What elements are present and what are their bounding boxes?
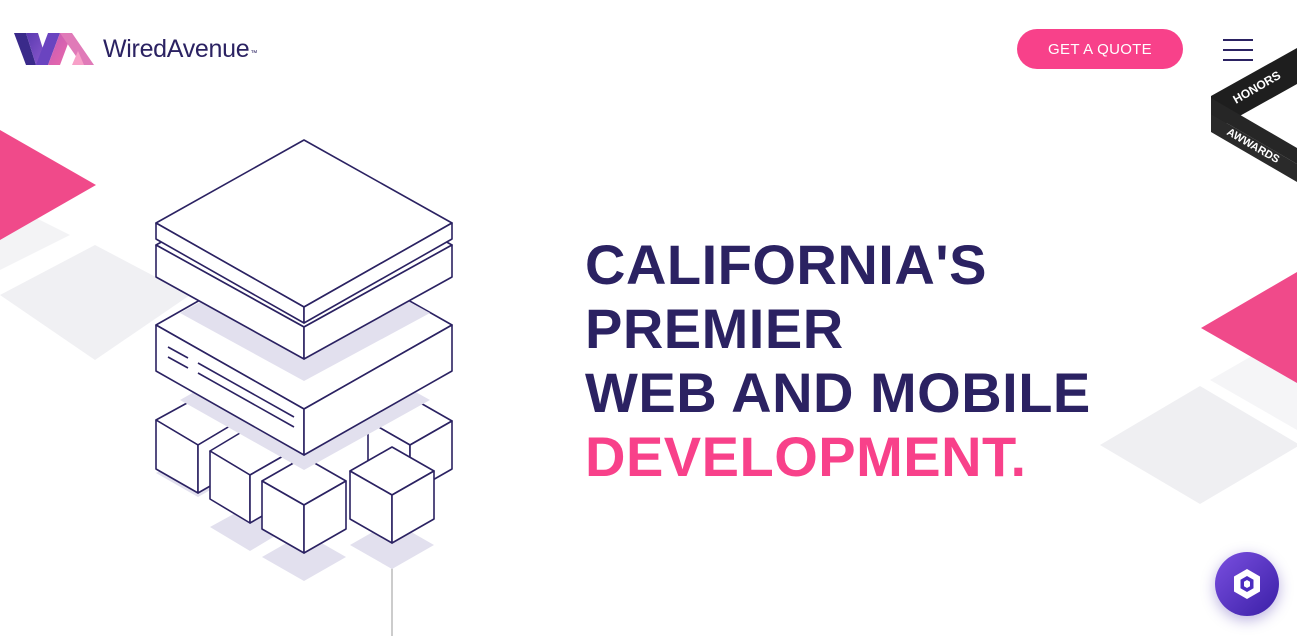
chat-widget-icon — [1234, 569, 1260, 599]
awwwards-honors-ribbon[interactable]: HONORS AWWARDS — [1209, 48, 1297, 182]
hero-line-3: WEB AND MOBILE — [585, 361, 1091, 424]
logo[interactable]: WiredAvenue ™ — [14, 31, 257, 67]
logo-text: WiredAvenue — [103, 34, 250, 63]
hero-line-4-accent: DEVELOPMENT. — [585, 425, 1027, 488]
chat-widget-button[interactable] — [1215, 552, 1279, 616]
hero-headline: CALIFORNIA'S PREMIER WEB AND MOBILE DEVE… — [585, 233, 1091, 489]
menu-line-top — [1223, 39, 1253, 41]
page: WiredAvenue ™ GET A QUOTE HONORS AWWARDS — [0, 0, 1297, 636]
left-pink-triangle — [0, 130, 96, 240]
logo-trademark: ™ — [250, 49, 258, 57]
hero-line-1: CALIFORNIA'S — [585, 233, 987, 296]
server-stack-illustration — [155, 139, 453, 636]
hero-line-2: PREMIER — [585, 297, 844, 360]
get-a-quote-button[interactable]: GET A QUOTE — [1017, 29, 1183, 69]
logo-mark-icon — [14, 33, 94, 65]
